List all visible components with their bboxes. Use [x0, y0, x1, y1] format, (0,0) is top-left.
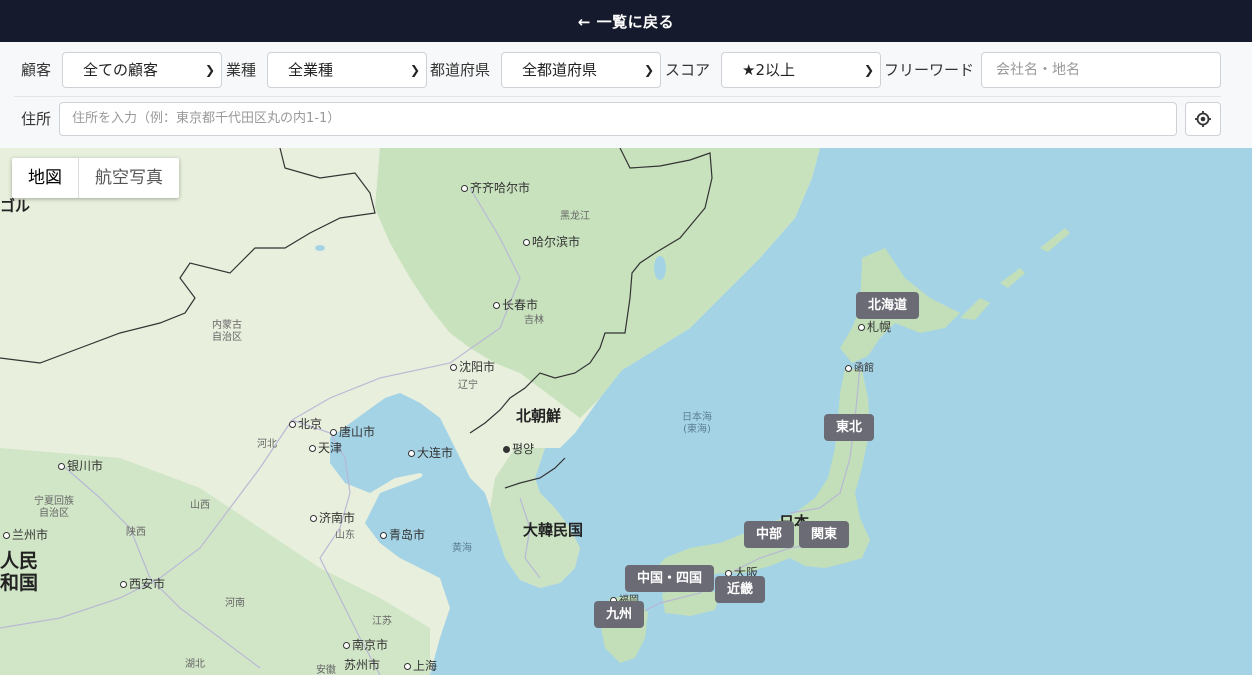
- score-select-value: ★2以上: [742, 61, 795, 79]
- address-input[interactable]: 住所を入力（例：東京都千代田区丸の内1-1）: [59, 102, 1177, 136]
- filter-divider: [14, 96, 1221, 97]
- customer-select-value: 全ての顧客: [83, 61, 159, 79]
- filter-panel: 顧客 全ての顧客 ❯ 業種 全業種 ❯ 都道府県 全都道府県 ❯ スコア ★2以…: [0, 42, 1252, 149]
- province-label: 河北: [257, 439, 277, 450]
- region-badge-tohoku[interactable]: 東北: [824, 414, 875, 441]
- province-label: 陕西: [126, 527, 146, 538]
- region-badge-chugoku-shikoku[interactable]: 中国・四国: [625, 565, 715, 592]
- freeword-label: フリーワード: [884, 61, 975, 79]
- city-label: 上海: [404, 657, 437, 674]
- chevron-down-icon: ❯: [204, 63, 215, 77]
- region-badge-kanto[interactable]: 関東: [799, 521, 850, 548]
- filter-row: 顧客 全ての顧客 ❯ 業種 全業種 ❯ 都道府県 全都道府県 ❯ スコア ★2以…: [0, 52, 1252, 88]
- province-label: 宁夏回族 自治区: [34, 496, 74, 519]
- prefecture-select-value: 全都道府県: [522, 61, 598, 79]
- map-view-button[interactable]: 地図: [12, 158, 79, 198]
- address-label: 住所: [21, 110, 52, 128]
- customer-label: 顧客: [21, 61, 52, 79]
- score-select[interactable]: ★2以上 ❯: [721, 52, 881, 88]
- country-label-north-korea: 北朝鮮: [516, 407, 562, 425]
- customer-select[interactable]: 全ての顧客 ❯: [62, 52, 222, 88]
- province-label: 吉林: [524, 315, 544, 326]
- city-label: 天津: [309, 439, 342, 456]
- province-label: 黑龙江: [560, 211, 590, 222]
- city-label: 青岛市: [380, 526, 425, 543]
- city-label: 평양: [503, 440, 534, 457]
- back-label: ← 一覧に戻る: [577, 12, 675, 31]
- sea-label-yellow-sea: 黄海: [452, 543, 472, 554]
- city-label: 哈尔滨市: [523, 233, 580, 250]
- chevron-down-icon: ❯: [863, 63, 874, 77]
- industry-select-value: 全業種: [288, 61, 334, 79]
- region-badge-kinki[interactable]: 近畿: [715, 576, 766, 603]
- province-label: 山西: [190, 500, 210, 511]
- lake: [315, 245, 325, 251]
- city-label: 函館: [845, 359, 874, 374]
- region-badge-kyushu[interactable]: 九州: [594, 601, 645, 628]
- city-label: 济南市: [310, 509, 355, 526]
- region-badge-hokkaido[interactable]: 北海道: [856, 292, 920, 319]
- back-to-list-button[interactable]: ← 一覧に戻る: [0, 0, 1252, 42]
- prefecture-select[interactable]: 全都道府県 ❯: [501, 52, 661, 88]
- satellite-view-button[interactable]: 航空写真: [79, 158, 179, 198]
- province-label: 辽宁: [458, 380, 478, 391]
- city-label: 兰州市: [3, 526, 48, 543]
- city-label: 札幌: [858, 318, 891, 335]
- score-label: スコア: [665, 61, 711, 79]
- industry-label: 業種: [226, 61, 257, 79]
- sea-label-japan-sea: 日本海 (東海): [682, 412, 712, 435]
- city-label: 南京市: [343, 636, 388, 653]
- city-label: 西安市: [120, 575, 165, 592]
- prefecture-label: 都道府県: [430, 61, 491, 79]
- kuril-islands: [960, 228, 1070, 320]
- city-label: 银川市: [58, 457, 103, 474]
- lake: [654, 256, 666, 280]
- city-label: 齐齐哈尔市: [461, 179, 530, 196]
- map-type-toggle: 地図 航空写真: [12, 158, 179, 198]
- province-label: 内蒙古 自治区: [212, 320, 242, 343]
- industry-select[interactable]: 全業種 ❯: [267, 52, 427, 88]
- city-label: 苏州市: [344, 658, 381, 672]
- crosshair-icon: [1195, 111, 1211, 127]
- city-label: 长春市: [493, 296, 538, 313]
- chevron-down-icon: ❯: [643, 63, 654, 77]
- current-location-button[interactable]: [1185, 102, 1221, 136]
- country-label-south-korea: 大韓民国: [523, 521, 584, 539]
- province-label: 湖北: [185, 659, 205, 670]
- honshu: [648, 368, 870, 586]
- province-label: 江苏: [372, 616, 392, 627]
- chevron-down-icon: ❯: [409, 63, 420, 77]
- freeword-placeholder: 会社名・地名: [996, 62, 1080, 78]
- shikoku: [662, 588, 720, 616]
- map-canvas[interactable]: 地図 航空写真 ゴル 北朝鮮 大韓民国 日本 人民 和国 日本海 (東海) 黄海…: [0, 148, 1252, 675]
- province-label: 安徽: [316, 665, 336, 675]
- province-label: 山东: [335, 530, 355, 541]
- country-label-mongolia: ゴル: [0, 197, 31, 215]
- province-label: 河南: [225, 598, 245, 609]
- freeword-input[interactable]: 会社名・地名: [981, 52, 1221, 88]
- city-label: 唐山市: [330, 423, 375, 440]
- city-label: 北京: [289, 415, 322, 432]
- address-placeholder: 住所を入力（例：東京都千代田区丸の内1-1）: [72, 111, 341, 126]
- country-label-china: 人民 和国: [0, 550, 39, 594]
- city-label: 大连市: [408, 444, 453, 461]
- address-row: 住所 住所を入力（例：東京都千代田区丸の内1-1）: [0, 102, 1252, 136]
- region-badge-chubu[interactable]: 中部: [744, 521, 795, 548]
- city-label: 沈阳市: [450, 358, 495, 375]
